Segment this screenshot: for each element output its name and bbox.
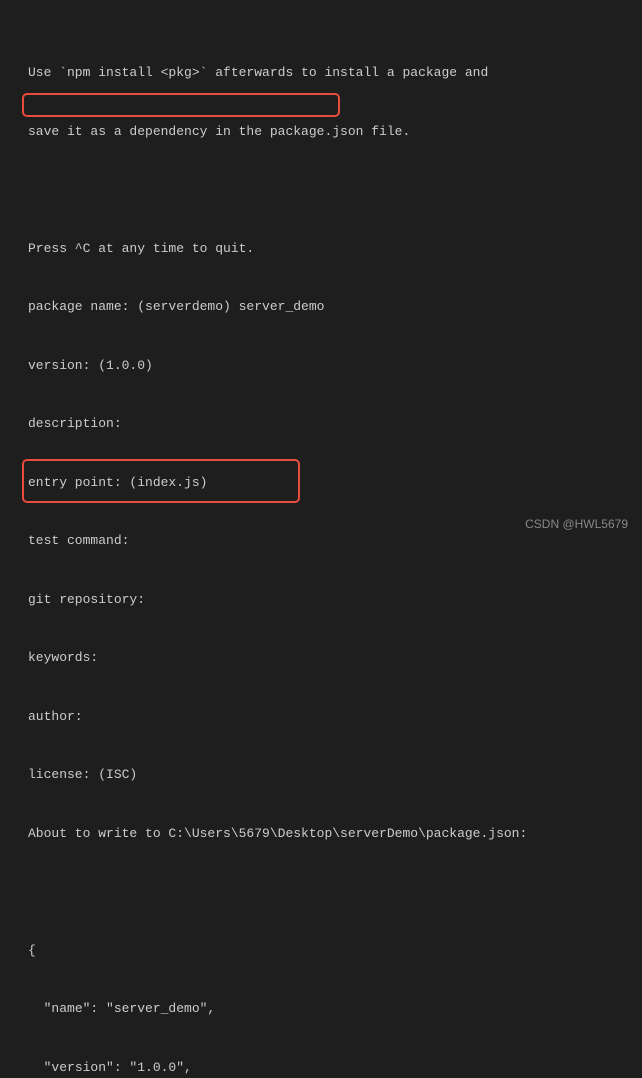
- prompt-description: description:: [28, 414, 622, 434]
- prompt-entry-point: entry point: (index.js): [28, 473, 622, 493]
- about-to-write: About to write to C:\Users\5679\Desktop\…: [28, 824, 622, 844]
- prompt-package-name: package name: (serverdemo) server_demo: [28, 297, 622, 317]
- prompt-author: author:: [28, 707, 622, 727]
- watermark: CSDN @HWL5679: [525, 515, 628, 533]
- prompt-git-repository: git repository:: [28, 590, 622, 610]
- prompt-license: license: (ISC): [28, 765, 622, 785]
- intro-line-1: Use `npm install <pkg>` afterwards to in…: [28, 63, 622, 83]
- prompt-keywords: keywords:: [28, 648, 622, 668]
- json-version: "version": "1.0.0",: [28, 1058, 622, 1078]
- prompt-version: version: (1.0.0): [28, 356, 622, 376]
- terminal-output[interactable]: Use `npm install <pkg>` afterwards to in…: [28, 24, 622, 1078]
- prompt-test-command: test command:: [28, 531, 622, 551]
- json-open-brace: {: [28, 941, 622, 961]
- json-name: "name": "server_demo",: [28, 999, 622, 1019]
- intro-line-2: save it as a dependency in the package.j…: [28, 122, 622, 142]
- blank-line: [28, 882, 622, 902]
- quit-hint: Press ^C at any time to quit.: [28, 239, 622, 259]
- blank-line: [28, 180, 622, 200]
